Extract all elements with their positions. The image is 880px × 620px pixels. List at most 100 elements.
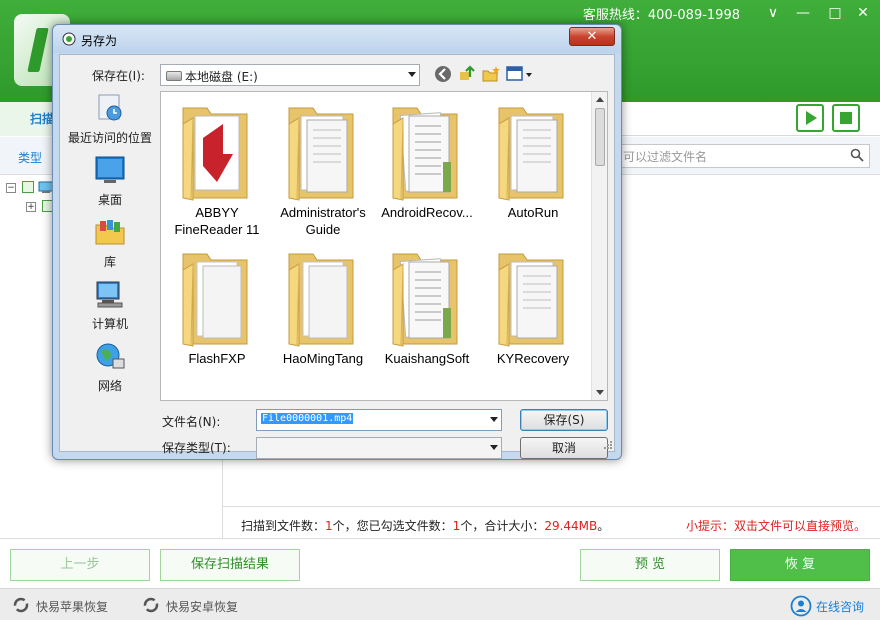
dialog-body: 保存在(I): 本地磁盘 (E:) 最近访问的位置 桌面 库 计算机 网络 AB… <box>59 54 615 459</box>
up-folder-icon[interactable] <box>458 65 476 83</box>
place-label: 网络 <box>97 379 122 393</box>
folder-item[interactable]: AndroidRecov... <box>373 96 481 244</box>
play-button[interactable] <box>796 104 824 132</box>
place-label: 桌面 <box>97 193 122 207</box>
chevron-down-icon <box>408 72 416 77</box>
folder-label: Administrator's Guide <box>269 204 377 238</box>
preview-button[interactable]: 预 览 <box>580 549 720 581</box>
scrollbar-thumb[interactable] <box>595 108 605 166</box>
menu-chevron-icon[interactable]: ∨ <box>762 3 784 23</box>
folder-icon <box>288 253 354 347</box>
place-label: 最近访问的位置 <box>67 131 152 145</box>
save-button[interactable]: 保存(S) <box>520 409 608 431</box>
type-column-header[interactable]: 类型 <box>18 149 42 166</box>
folder-label-line1: AndroidRecov... <box>381 205 473 220</box>
maximize-icon[interactable]: □ <box>824 3 846 23</box>
scroll-down-icon[interactable] <box>596 390 604 395</box>
scroll-up-icon[interactable] <box>596 97 604 102</box>
tree-checkbox[interactable] <box>22 181 34 193</box>
folder-label: KYRecovery <box>479 350 587 367</box>
dialog-title: 另存为 <box>81 34 118 48</box>
view-menu-icon[interactable] <box>506 65 534 83</box>
place-libraries[interactable]: 库 <box>64 213 156 273</box>
vertical-scrollbar[interactable] <box>591 92 607 400</box>
folder-label: KuaishangSoft <box>373 350 481 367</box>
save-in-label: 保存在(I): <box>92 69 145 83</box>
action-bar: 上一步 保存扫描结果 预 览 恢 复 <box>0 538 880 588</box>
status-text: 扫描到文件数：1个，您已勾选文件数：1个，合计大小：29.44MB。 <box>241 517 609 534</box>
desktop-icon <box>95 156 125 183</box>
search-icon[interactable] <box>850 148 864 162</box>
save-in-dropdown[interactable]: 本地磁盘 (E:) <box>160 64 420 86</box>
folder-label-line1: FlashFXP <box>188 351 246 366</box>
folder-label-line1: KYRecovery <box>496 351 570 366</box>
place-network[interactable]: 网络 <box>64 337 156 397</box>
folder-item[interactable]: AutoRun <box>479 96 587 244</box>
recent-places-icon <box>98 94 122 121</box>
filename-label: 文件名(N): <box>162 415 221 429</box>
new-folder-icon[interactable] <box>482 65 500 83</box>
place-desktop[interactable]: 桌面 <box>64 151 156 211</box>
filename-value: File0000001.mp4 <box>261 413 354 424</box>
folder-label-line1: AutoRun <box>507 205 559 220</box>
apple-recovery-link[interactable]: 快易苹果恢复 <box>36 598 108 615</box>
back-icon[interactable] <box>434 65 452 83</box>
folder-label-line1: Administrator's <box>280 205 366 220</box>
folder-item[interactable]: ABBYY FineReader 11 <box>163 96 271 244</box>
recover-button[interactable]: 恢 复 <box>730 549 870 581</box>
status-suffix: 。 <box>597 519 610 533</box>
close-icon[interactable]: ✕ <box>852 3 874 23</box>
folder-label: ABBYY FineReader 11 <box>163 204 271 238</box>
tab-scan[interactable]: 扫描 <box>0 102 60 136</box>
place-recent[interactable]: 最近访问的位置 <box>64 89 156 149</box>
tree-expand-icon[interactable]: + <box>26 202 36 212</box>
status-mid1: 个，您已勾选文件数： <box>332 519 453 533</box>
places-bar: 最近访问的位置 桌面 库 计算机 网络 <box>64 89 156 397</box>
folder-label-line1: KuaishangSoft <box>384 351 470 366</box>
minimize-icon[interactable]: — <box>792 3 814 23</box>
folder-label-line2: FineReader 11 <box>174 222 260 237</box>
folder-label: HaoMingTang <box>269 350 377 367</box>
folder-icon <box>392 107 458 201</box>
android-recovery-link[interactable]: 快易安卓恢复 <box>166 598 238 615</box>
dialog-titlebar[interactable]: 另存为 ✕ <box>53 25 621 53</box>
folder-label-line2: Guide <box>305 222 341 237</box>
app-small-icon <box>62 32 76 46</box>
refresh-icon <box>13 597 29 613</box>
folder-item[interactable]: Administrator's Guide <box>269 96 377 244</box>
folder-label: AndroidRecov... <box>373 204 481 221</box>
footer: 快易苹果恢复 快易安卓恢复 在线咨询 <box>0 588 880 620</box>
folder-item[interactable]: KYRecovery <box>479 242 587 390</box>
folder-icon <box>182 107 248 201</box>
play-icon <box>806 111 817 125</box>
save-scan-results-button[interactable]: 保存扫描结果 <box>160 549 300 581</box>
save-as-dialog: 另存为 ✕ 保存在(I): 本地磁盘 (E:) 最近访问的位置 桌面 库 计算机… <box>52 24 622 460</box>
folder-label: AutoRun <box>479 204 587 221</box>
online-consult-link[interactable]: 在线咨询 <box>816 598 864 615</box>
filter-input[interactable]: 可以过滤文件名 <box>614 144 870 168</box>
status-prefix: 扫描到文件数： <box>241 519 326 533</box>
filename-input[interactable]: File0000001.mp4 <box>256 409 502 431</box>
folder-icon <box>392 253 458 347</box>
tree-collapse-icon[interactable]: − <box>6 183 16 193</box>
folder-icon <box>182 253 248 347</box>
folder-item[interactable]: FlashFXP <box>163 242 271 390</box>
chevron-down-icon[interactable] <box>490 417 498 422</box>
folder-label-line1: HaoMingTang <box>282 351 364 366</box>
found-count: 1 <box>325 519 333 533</box>
stop-icon <box>840 112 852 124</box>
filetype-dropdown[interactable] <box>256 437 502 459</box>
stop-button[interactable] <box>832 104 860 132</box>
user-support-icon <box>790 595 812 617</box>
file-view: ABBYY FineReader 11 Administrator's Guide An… <box>160 91 608 401</box>
resize-grip-icon[interactable] <box>602 439 612 449</box>
place-computer[interactable]: 计算机 <box>64 275 156 335</box>
previous-step-button[interactable]: 上一步 <box>10 549 150 581</box>
cancel-button[interactable]: 取消 <box>520 437 608 459</box>
drive-icon <box>166 71 182 81</box>
chevron-down-icon <box>490 445 498 450</box>
tip-text: 小提示：双击文件可以直接预览。 <box>685 519 866 533</box>
dialog-close-button[interactable]: ✕ <box>569 27 615 46</box>
folder-item[interactable]: KuaishangSoft <box>373 242 481 390</box>
folder-item[interactable]: HaoMingTang <box>269 242 377 390</box>
